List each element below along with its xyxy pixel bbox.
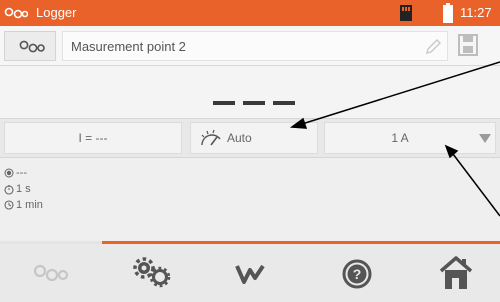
help-tab[interactable]: ? (300, 244, 400, 302)
range-mode-label: Auto (227, 131, 252, 145)
logger-icon (4, 7, 28, 19)
range-mode-button[interactable]: Auto (190, 122, 318, 154)
logger-icon (19, 40, 45, 53)
record-status: --- (16, 167, 27, 179)
title-bar: Logger 11:27 (0, 0, 500, 26)
result-area (0, 66, 500, 118)
waveform-icon (235, 264, 265, 284)
auto-range-icon (201, 129, 221, 146)
measurement-point-field[interactable]: Masurement point 2 (62, 31, 448, 61)
current-readout: I = --- (4, 122, 182, 154)
stopwatch-icon (4, 185, 14, 195)
measurement-name-bar: Masurement point 2 (0, 26, 500, 66)
waveform-tab[interactable] (200, 244, 300, 302)
parameter-row: I = --- Auto 1 A (0, 118, 500, 158)
svg-text:?: ? (353, 266, 362, 282)
logger-icon (33, 264, 69, 282)
battery-icon (443, 3, 453, 23)
range-select[interactable]: 1 A (324, 122, 496, 154)
clock-icon (4, 200, 14, 210)
result-value (213, 96, 295, 110)
sd-card-icon (400, 5, 412, 21)
sampling-period: 1 s (16, 183, 31, 195)
bottom-toolbar: ? (0, 244, 500, 302)
pencil-icon[interactable] (424, 38, 442, 56)
help-icon: ? (342, 259, 372, 289)
measurement-point-name: Masurement point 2 (71, 39, 186, 54)
home-tab[interactable] (400, 244, 500, 302)
record-dot-icon (4, 168, 14, 178)
logging-duration: 1 min (16, 199, 43, 211)
app-title: Logger (36, 5, 77, 20)
home-icon (439, 256, 473, 289)
settings-tab[interactable] (100, 244, 200, 302)
dropdown-arrow-icon (479, 134, 491, 143)
settings-gears-icon (133, 257, 171, 288)
range-value: 1 A (391, 131, 409, 145)
logger-button[interactable] (4, 31, 56, 61)
logger-tab[interactable] (0, 244, 100, 302)
clock: 11:27 (460, 5, 492, 20)
save-icon[interactable] (458, 34, 478, 56)
